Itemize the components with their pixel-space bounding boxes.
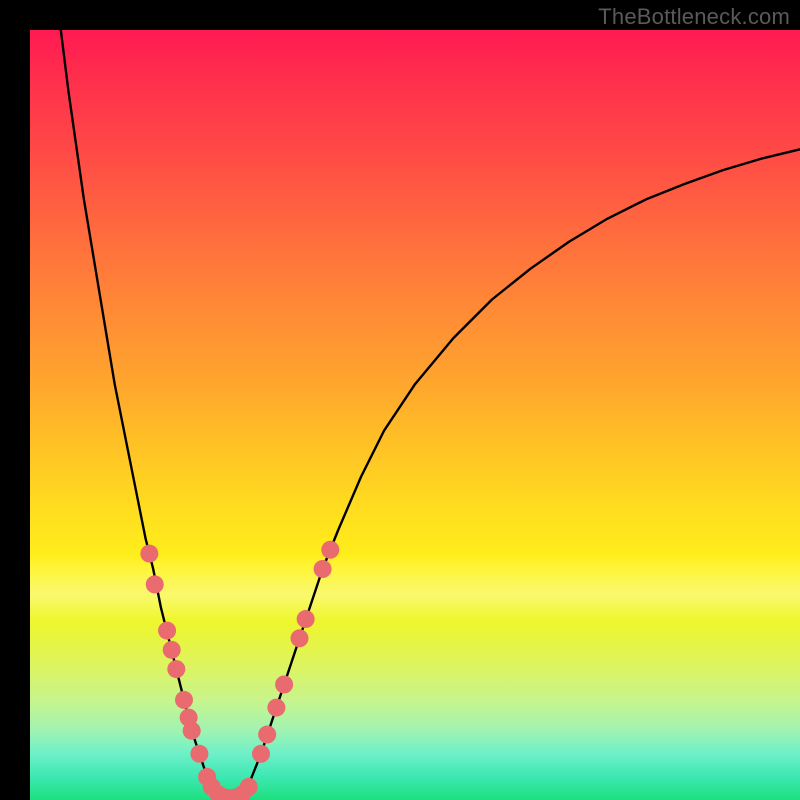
chart-frame: TheBottleneck.com [0,0,800,800]
bottleneck-curve-svg [30,30,800,800]
bottleneck-curve [61,30,800,798]
curve-marker [167,660,185,678]
watermark-text: TheBottleneck.com [598,4,790,30]
curve-marker [175,691,193,709]
curve-marker [183,722,201,740]
curve-marker [140,545,158,563]
curve-marker [158,622,176,640]
marker-layer [140,541,339,800]
curve-marker [258,726,276,744]
curve-marker [252,745,270,763]
curve-marker [291,629,309,647]
curve-marker [297,610,315,628]
curve-marker [146,575,164,593]
curve-marker [163,641,181,659]
plot-area [30,30,800,800]
curve-marker [275,676,293,694]
curve-marker [321,541,339,559]
curve-marker [240,778,258,796]
curve-marker [190,745,208,763]
curve-marker [267,699,285,717]
curve-marker [314,560,332,578]
